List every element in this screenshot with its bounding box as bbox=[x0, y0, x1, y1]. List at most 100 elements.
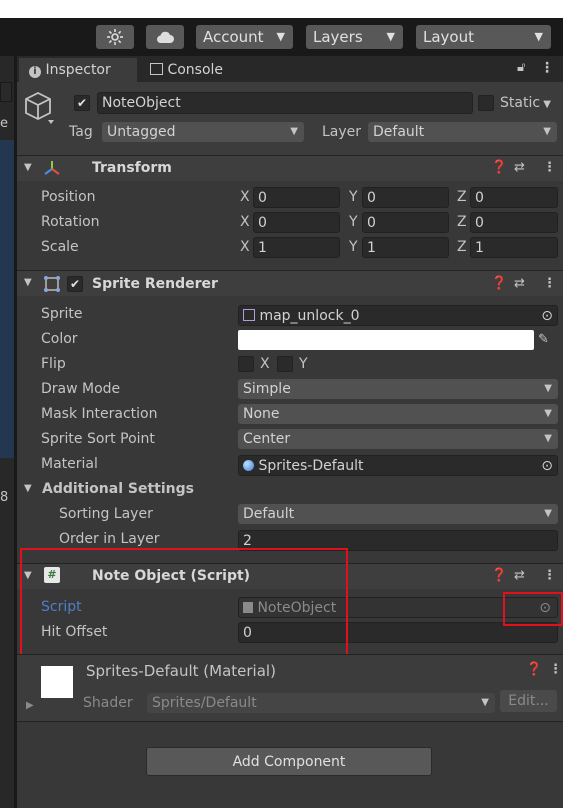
static-label: Static bbox=[500, 95, 541, 111]
transform-x-field[interactable]: 0 bbox=[253, 212, 340, 233]
preset-icon[interactable]: ⇄ bbox=[514, 563, 525, 589]
component-menu-icon[interactable]: ⋮ bbox=[543, 563, 556, 589]
transform-z-field[interactable]: 0 bbox=[470, 212, 558, 233]
sprite-sort-point-label: Sprite Sort Point bbox=[41, 431, 155, 447]
sprite-object-field[interactable]: map_unlock_0 ⊙ bbox=[238, 305, 558, 326]
layout-label: Layout bbox=[423, 28, 474, 46]
help-icon[interactable]: ❓ bbox=[491, 271, 507, 297]
material-sphere-icon bbox=[243, 460, 254, 471]
material-value: Sprites-Default bbox=[258, 458, 364, 474]
tab-console[interactable]: Console bbox=[140, 58, 250, 82]
sorting-layer-dropdown[interactable]: Default ▼ bbox=[238, 504, 558, 524]
eyedropper-icon[interactable]: ✎ bbox=[538, 330, 556, 350]
left-selection-area bbox=[0, 140, 14, 458]
layers-dropdown[interactable]: Layers ▼ bbox=[306, 25, 403, 49]
mask-interaction-value: None bbox=[243, 406, 280, 422]
additional-settings-label[interactable]: Additional Settings bbox=[42, 478, 194, 500]
flip-x-checkbox[interactable] bbox=[238, 356, 254, 372]
help-icon[interactable]: ❓ bbox=[526, 657, 542, 683]
axis-z-label[interactable]: Z bbox=[457, 236, 467, 258]
caret-down-icon: ▼ bbox=[544, 383, 552, 394]
transform-z-field[interactable]: 1 bbox=[470, 237, 558, 258]
transform-axes-icon bbox=[43, 159, 61, 177]
layer-dropdown[interactable]: Default ▼ bbox=[368, 122, 557, 142]
material-label: Material bbox=[41, 456, 98, 472]
axis-x-label[interactable]: X bbox=[240, 211, 250, 233]
foldout-arrow-icon[interactable]: ▼ bbox=[24, 155, 32, 181]
component-menu-icon[interactable]: ⋮ bbox=[543, 155, 556, 181]
caret-down-icon: ▼ bbox=[481, 697, 489, 708]
layers-label: Layers bbox=[313, 28, 363, 46]
object-picker-icon[interactable]: ⊙ bbox=[541, 456, 553, 476]
tag-dropdown[interactable]: Untagged ▼ bbox=[102, 122, 304, 142]
sprite-sort-point-value: Center bbox=[243, 431, 291, 447]
layout-dropdown[interactable]: Layout ▼ bbox=[416, 25, 551, 49]
sprite-sort-point-dropdown[interactable]: Center ▼ bbox=[238, 429, 558, 449]
tag-label: Tag bbox=[69, 124, 93, 140]
transform-y-field[interactable]: 0 bbox=[362, 187, 449, 208]
axis-z-label[interactable]: Z bbox=[457, 186, 467, 208]
order-in-layer-label: Order in Layer bbox=[59, 531, 160, 547]
edit-shader-button[interactable]: Edit... bbox=[500, 690, 557, 712]
collab-button[interactable] bbox=[96, 25, 134, 49]
axis-x-label[interactable]: X bbox=[240, 236, 250, 258]
layer-value: Default bbox=[373, 124, 425, 140]
flip-y-checkbox[interactable] bbox=[277, 356, 293, 372]
axis-y-label[interactable]: Y bbox=[349, 236, 358, 258]
tab-inspector[interactable]: i Inspector bbox=[19, 58, 137, 82]
caret-down-icon: ▼ bbox=[543, 126, 551, 137]
sprite-renderer-icon bbox=[43, 275, 61, 293]
static-dropdown[interactable]: Static ▼ bbox=[500, 92, 558, 114]
shader-dropdown[interactable]: Sprites/Default ▼ bbox=[147, 693, 495, 713]
mask-interaction-dropdown[interactable]: None ▼ bbox=[238, 404, 558, 424]
axis-z-label[interactable]: Z bbox=[457, 211, 467, 233]
active-checkbox[interactable]: ✔ bbox=[74, 95, 90, 111]
color-swatch[interactable] bbox=[238, 330, 534, 350]
foldout-arrow-icon[interactable]: ▶ bbox=[26, 700, 34, 711]
window-top-edge bbox=[0, 0, 563, 18]
sprite-renderer-enabled-checkbox[interactable]: ✔ bbox=[67, 276, 83, 292]
preset-icon[interactable]: ⇄ bbox=[514, 271, 525, 297]
component-menu-icon[interactable]: ⋮ bbox=[543, 271, 556, 297]
transform-z-field[interactable]: 0 bbox=[470, 187, 558, 208]
draw-mode-dropdown[interactable]: Simple ▼ bbox=[238, 379, 558, 399]
lock-icon[interactable]: 🔓︎ bbox=[517, 58, 531, 78]
shader-label: Shader bbox=[83, 695, 133, 711]
help-icon[interactable]: ❓ bbox=[491, 155, 507, 181]
axis-y-label[interactable]: Y bbox=[349, 186, 358, 208]
transform-x-field[interactable]: 0 bbox=[253, 187, 340, 208]
transform-y-field[interactable]: 0 bbox=[362, 212, 449, 233]
caret-down-icon: ▼ bbox=[534, 30, 543, 43]
transform-y-field[interactable]: 1 bbox=[362, 237, 449, 258]
axis-y-label[interactable]: Y bbox=[349, 211, 358, 233]
more-menu-icon[interactable]: ⋮ bbox=[540, 58, 554, 78]
highlight-box bbox=[20, 548, 348, 658]
account-label: Account bbox=[203, 28, 264, 46]
transform-title: Transform bbox=[92, 160, 172, 176]
transform-row-label: Rotation bbox=[41, 214, 100, 230]
foldout-arrow-icon[interactable]: ▼ bbox=[24, 270, 32, 296]
material-object-field[interactable]: Sprites-Default ⊙ bbox=[238, 455, 558, 476]
cloud-button[interactable] bbox=[146, 25, 184, 49]
foldout-arrow-icon[interactable]: ▼ bbox=[24, 478, 32, 500]
account-dropdown[interactable]: Account ▼ bbox=[196, 25, 293, 49]
axis-x-label[interactable]: X bbox=[240, 186, 250, 208]
transform-x-field[interactable]: 1 bbox=[253, 237, 340, 258]
shader-value: Sprites/Default bbox=[152, 695, 257, 711]
material-menu-icon[interactable]: ⋮ bbox=[549, 657, 562, 683]
object-picker-icon[interactable]: ⊙ bbox=[541, 306, 553, 326]
help-icon[interactable]: ❓ bbox=[491, 563, 507, 589]
gameobject-cube-icon[interactable] bbox=[24, 90, 56, 126]
flip-label: Flip bbox=[41, 356, 66, 372]
caret-down-icon: ▼ bbox=[544, 408, 552, 419]
flip-y-label: Y bbox=[299, 356, 308, 372]
static-checkbox[interactable] bbox=[478, 95, 494, 111]
console-icon bbox=[150, 63, 163, 75]
material-title: Sprites-Default (Material) bbox=[86, 662, 276, 680]
object-name-field[interactable]: NoteObject bbox=[97, 92, 473, 114]
preset-icon[interactable]: ⇄ bbox=[514, 155, 525, 181]
add-component-button[interactable]: Add Component bbox=[146, 747, 432, 776]
caret-down-icon: ▼ bbox=[290, 126, 298, 137]
left-number-fragment: 8 bbox=[0, 490, 9, 505]
draw-mode-label: Draw Mode bbox=[41, 381, 121, 397]
